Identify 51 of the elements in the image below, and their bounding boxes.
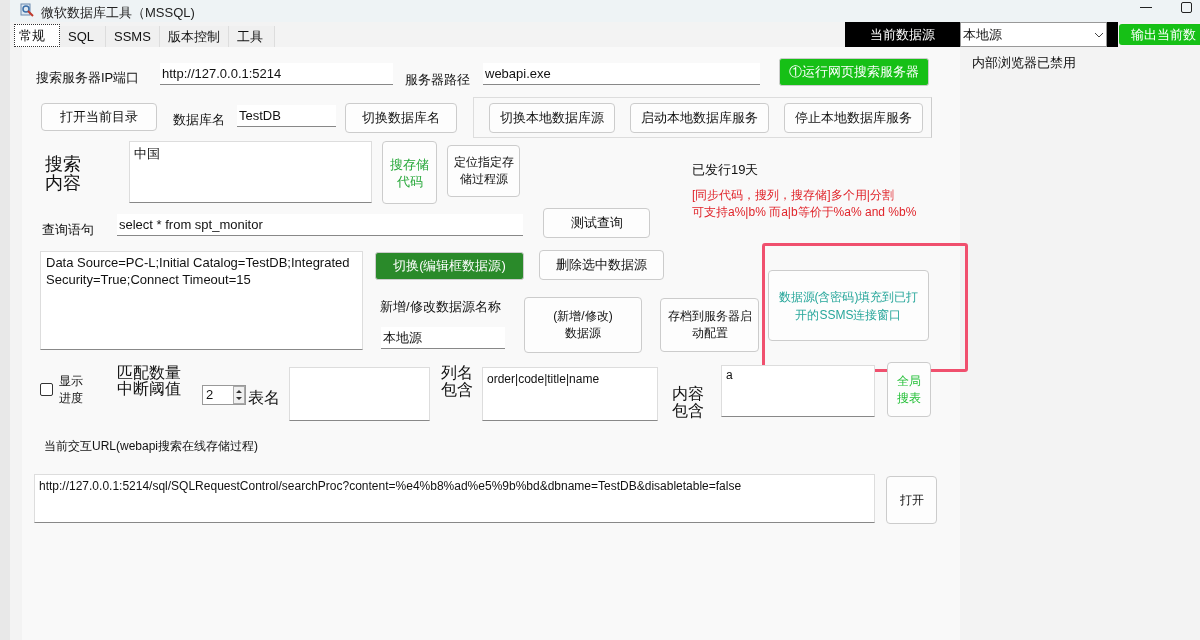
input-field[interactable]: 本地源 [381, 327, 505, 349]
save-datasource-button[interactable]: (新增/修改) 数据源 [524, 297, 642, 353]
chevron-down-icon [1094, 31, 1104, 38]
checkbox-label: 显示进度 [59, 373, 84, 407]
minimize-icon[interactable] [1140, 7, 1152, 9]
field-label: 内容包含 [672, 385, 705, 419]
field-label: 数据库名 [173, 111, 225, 129]
text-area[interactable]: http://127.0.0.1:5214/sql/SQLRequestControl/searchProc?content=%e4%b8%ad%e5%9b%bd&dbname=TestDB&disabletable=false [34, 474, 875, 523]
switch-database-button[interactable]: 切换数据库名 [345, 103, 457, 133]
number-spinner[interactable]: 2 [202, 385, 246, 405]
switch-datasource-button[interactable]: 切换(编辑框数据源) [375, 252, 524, 280]
datasource-label: 当前数据源 [845, 22, 960, 47]
input-field[interactable]: TestDB [237, 105, 336, 127]
field-label: 匹配数量中断阈值 [117, 365, 182, 397]
locate-procedure-button[interactable]: 定位指定存储过程源 [447, 145, 520, 197]
input-field[interactable]: select * from spt_monitor [117, 214, 523, 236]
hint-text: [同步代码，搜列，搜存储]多个用|分割 [692, 187, 895, 204]
open-directory-button[interactable]: 打开当前目录 [41, 103, 157, 131]
text-area[interactable]: 中国 [129, 141, 372, 203]
field-label: 新增/修改数据源名称 [380, 298, 501, 316]
text-area[interactable]: a [721, 365, 875, 417]
local-database-button[interactable]: 切换本地数据库源 [489, 103, 615, 133]
field-label: 查询语句 [42, 221, 94, 239]
open-button[interactable]: 打开 [886, 476, 937, 524]
hint-text: 可支持a%|b% 而a|b等价于%a% and %b% [692, 204, 917, 221]
input-field[interactable] [289, 367, 430, 421]
toolbar-background [1107, 22, 1118, 47]
window-title: 微软数据库工具（MSSQL) [41, 4, 195, 22]
datasource-dropdown[interactable]: 本地源 [960, 22, 1107, 47]
field-label: 列名包含 [441, 364, 474, 398]
maximize-icon[interactable] [1181, 2, 1192, 13]
magnifier-icon [20, 3, 34, 17]
text-area[interactable]: Data Source=PC-L;Initial Catalog=TestDB;Integrated Security=True;Connect Timeout=15 [40, 251, 363, 350]
input-field[interactable]: webapi.exe [483, 63, 760, 85]
text-area[interactable]: order|code|title|name [482, 367, 658, 421]
test-query-button[interactable]: 测试查询 [543, 208, 650, 238]
field-label: 搜索服务器IP端口 [36, 69, 140, 87]
local-database-button[interactable]: 停止本地数据库服务 [784, 103, 923, 133]
checkbox[interactable] [40, 383, 53, 396]
local-database-button[interactable]: 启动本地数据库服务 [630, 103, 769, 133]
release-note: 已发行19天 [692, 161, 759, 179]
spin-arrows-icon[interactable] [233, 386, 245, 404]
input-field[interactable]: http://127.0.0.1:5214 [160, 63, 393, 85]
browser-status: 内部浏览器已禁用 [972, 54, 1076, 72]
field-label: 当前交互URL(webapi搜索在线存储过程) [44, 438, 259, 455]
archive-config-button[interactable]: 存档到服务器启动配置 [660, 298, 759, 352]
field-label: 搜索内容 [45, 155, 82, 193]
field-label: 服务器路径 [405, 71, 470, 89]
delete-datasource-button[interactable]: 删除选中数据源 [539, 250, 664, 280]
tab[interactable]: 常规 [14, 24, 60, 47]
field-label: 表名 [248, 388, 280, 408]
